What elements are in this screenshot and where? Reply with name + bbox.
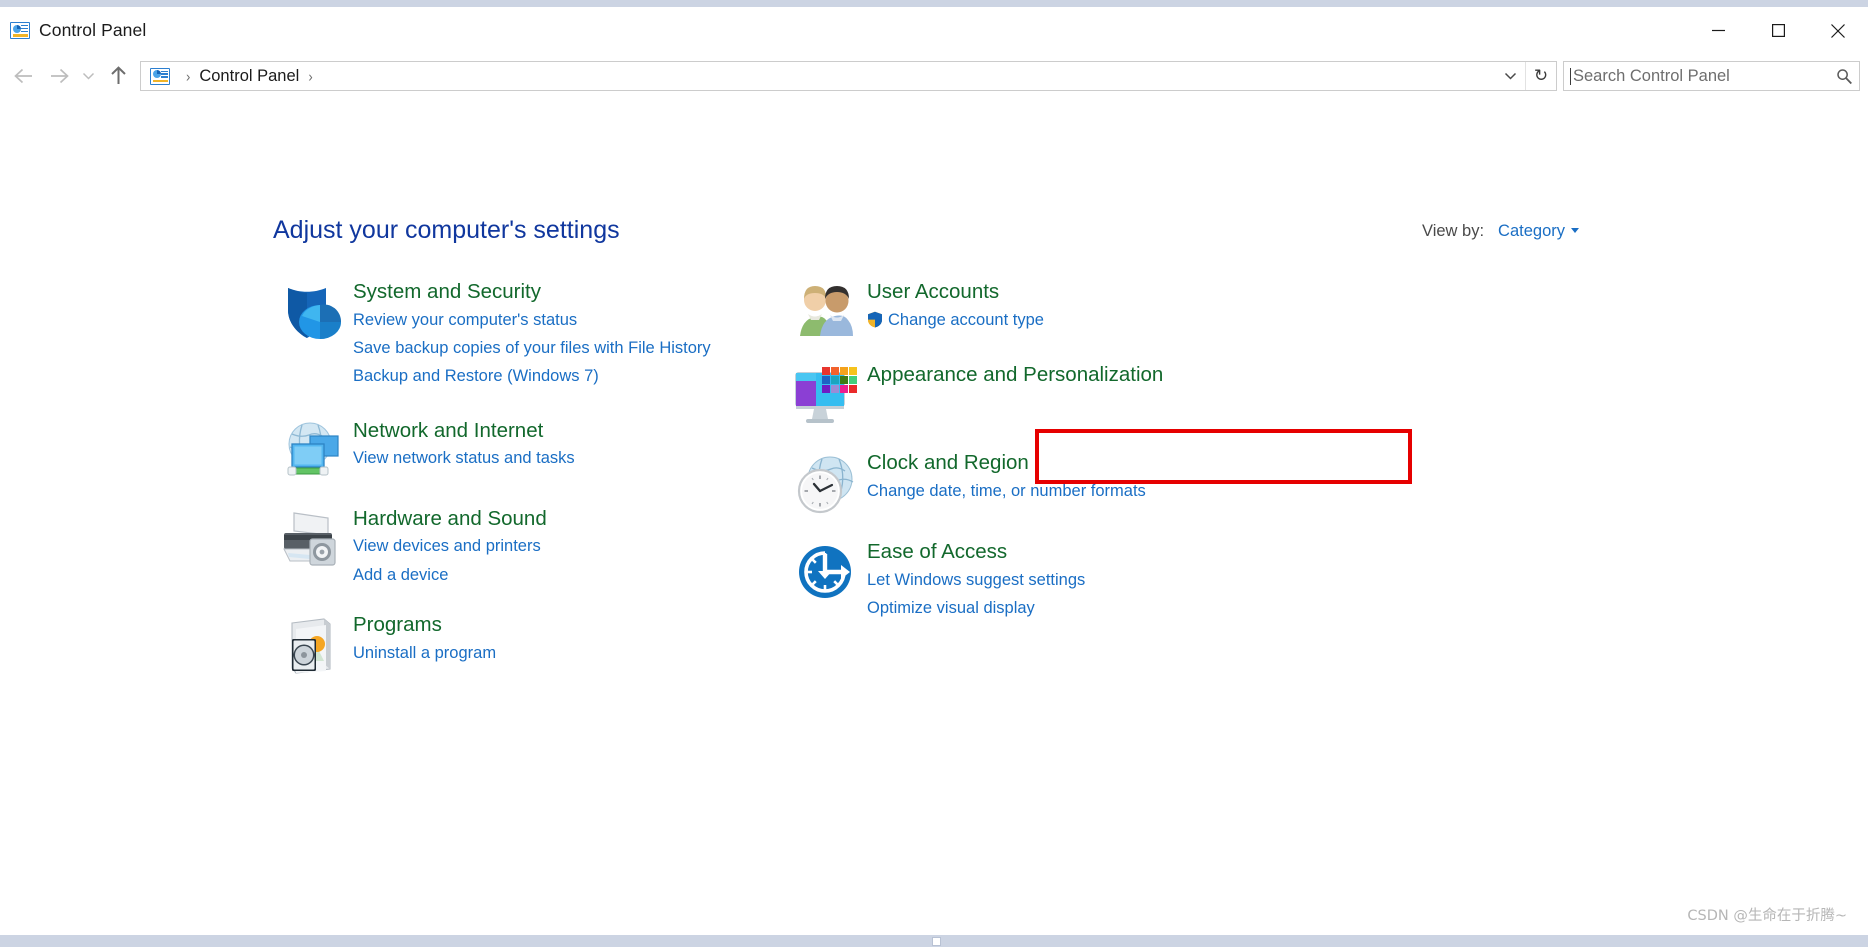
link-label: Change account type bbox=[888, 310, 1044, 329]
category-programs[interactable]: Programs Uninstall a program bbox=[273, 611, 743, 675]
category-title[interactable]: Appearance and Personalization bbox=[867, 361, 1257, 389]
link-view-devices-and-printers[interactable]: View devices and printers bbox=[353, 532, 743, 560]
link-view-network-status-and-tasks[interactable]: View network status and tasks bbox=[353, 444, 743, 472]
category-user-accounts[interactable]: User Accounts Change account type bbox=[787, 278, 1257, 338]
breadcrumb-control-panel-icon bbox=[150, 67, 170, 85]
shield-security-icon bbox=[273, 278, 353, 344]
back-button[interactable] bbox=[6, 59, 41, 93]
chevron-down-icon bbox=[1504, 72, 1516, 80]
category-appearance-and-personalization[interactable]: Appearance and Personalization bbox=[787, 361, 1257, 427]
category-title[interactable]: Programs bbox=[353, 611, 743, 639]
printer-icon bbox=[273, 505, 353, 569]
link-uninstall-a-program[interactable]: Uninstall a program bbox=[353, 639, 743, 667]
link-review-your-computers-status[interactable]: Review your computer's status bbox=[353, 306, 743, 334]
maximize-button[interactable] bbox=[1748, 7, 1808, 54]
recent-locations-button[interactable] bbox=[76, 59, 101, 93]
page-title: Adjust your computer's settings bbox=[273, 216, 620, 244]
uac-shield-icon bbox=[867, 311, 883, 328]
title-bar: Control Panel bbox=[0, 7, 1868, 54]
screen-root: Control Panel › Control Panel › ↻ Search… bbox=[0, 0, 1868, 947]
category-network-and-internet[interactable]: Network and Internet View network status… bbox=[273, 417, 743, 481]
breadcrumb-separator-trailing-icon[interactable]: › bbox=[308, 67, 312, 84]
forward-arrow-icon bbox=[50, 68, 69, 84]
view-by-label: View by: bbox=[1421, 222, 1485, 240]
search-input[interactable]: Search Control Panel bbox=[1573, 67, 1829, 86]
control-panel-icon bbox=[10, 22, 30, 39]
chevron-down-icon bbox=[82, 72, 95, 80]
breadcrumb-separator-icon: › bbox=[186, 67, 191, 85]
category-clock-and-region[interactable]: Clock and Region Change date, time, or n… bbox=[787, 449, 1257, 515]
network-globe-icon bbox=[273, 417, 353, 481]
search-box[interactable]: Search Control Panel bbox=[1563, 61, 1860, 91]
link-change-account-type[interactable]: Change account type bbox=[867, 306, 1257, 334]
user-accounts-icon bbox=[787, 278, 867, 338]
link-save-backup-copies-file-history[interactable]: Save backup copies of your files with Fi… bbox=[353, 334, 743, 362]
address-bar[interactable]: › Control Panel › ↻ bbox=[140, 61, 1557, 91]
view-by-dropdown[interactable]: Category bbox=[1498, 222, 1579, 241]
control-panel-window: Control Panel › Control Panel › ↻ Search… bbox=[0, 7, 1868, 935]
view-by-value[interactable]: Category bbox=[1498, 222, 1565, 240]
category-title[interactable]: System and Security bbox=[353, 278, 743, 306]
content-area: Adjust your computer's settings View by:… bbox=[0, 98, 1868, 935]
search-icon[interactable] bbox=[1829, 68, 1859, 85]
back-arrow-icon bbox=[13, 68, 32, 84]
refresh-button[interactable]: ↻ bbox=[1525, 62, 1556, 90]
forward-button[interactable] bbox=[41, 59, 76, 93]
desktop-bottom-band bbox=[0, 935, 1868, 947]
taskbar-nub bbox=[932, 937, 941, 946]
link-optimize-visual-display[interactable]: Optimize visual display bbox=[867, 594, 1257, 622]
link-backup-and-restore-windows-7[interactable]: Backup and Restore (Windows 7) bbox=[353, 362, 743, 390]
category-title[interactable]: Hardware and Sound bbox=[353, 505, 743, 533]
address-dropdown-button[interactable] bbox=[1495, 62, 1525, 90]
category-hardware-and-sound[interactable]: Hardware and Sound View devices and prin… bbox=[273, 505, 743, 589]
minimize-button[interactable] bbox=[1688, 7, 1748, 54]
chevron-down-icon[interactable] bbox=[1571, 228, 1579, 233]
desktop-top-band bbox=[0, 0, 1868, 7]
link-change-date-time-or-number-formats[interactable]: Change date, time, or number formats bbox=[867, 477, 1257, 505]
watermark-text: CSDN @生命在于折腾~ bbox=[1687, 908, 1847, 924]
category-column-left: System and Security Review your computer… bbox=[273, 278, 743, 675]
search-caret bbox=[1570, 67, 1571, 85]
clock-globe-icon bbox=[787, 449, 867, 515]
link-add-a-device[interactable]: Add a device bbox=[353, 561, 743, 589]
category-title[interactable]: Network and Internet bbox=[353, 417, 743, 445]
appearance-monitor-icon bbox=[787, 361, 867, 427]
ease-of-access-icon bbox=[787, 538, 867, 602]
up-arrow-icon bbox=[111, 66, 126, 84]
close-button[interactable] bbox=[1808, 7, 1868, 54]
up-button[interactable] bbox=[101, 59, 136, 93]
category-title[interactable]: Ease of Access bbox=[867, 538, 1257, 566]
view-by-control: View by: Category bbox=[1422, 222, 1579, 241]
window-title: Control Panel bbox=[39, 20, 147, 40]
category-title[interactable]: Clock and Region bbox=[867, 449, 1257, 477]
programs-disc-icon bbox=[273, 611, 353, 675]
category-column-right: User Accounts Change account type Appear… bbox=[787, 278, 1257, 622]
category-ease-of-access[interactable]: Ease of Access Let Windows suggest setti… bbox=[787, 538, 1257, 622]
window-controls bbox=[1688, 7, 1868, 54]
category-title[interactable]: User Accounts bbox=[867, 278, 1257, 306]
link-let-windows-suggest-settings[interactable]: Let Windows suggest settings bbox=[867, 566, 1257, 594]
address-toolbar: › Control Panel › ↻ Search Control Panel bbox=[0, 54, 1868, 98]
category-system-and-security[interactable]: System and Security Review your computer… bbox=[273, 278, 743, 391]
breadcrumb-item-control-panel[interactable]: Control Panel bbox=[199, 67, 299, 86]
